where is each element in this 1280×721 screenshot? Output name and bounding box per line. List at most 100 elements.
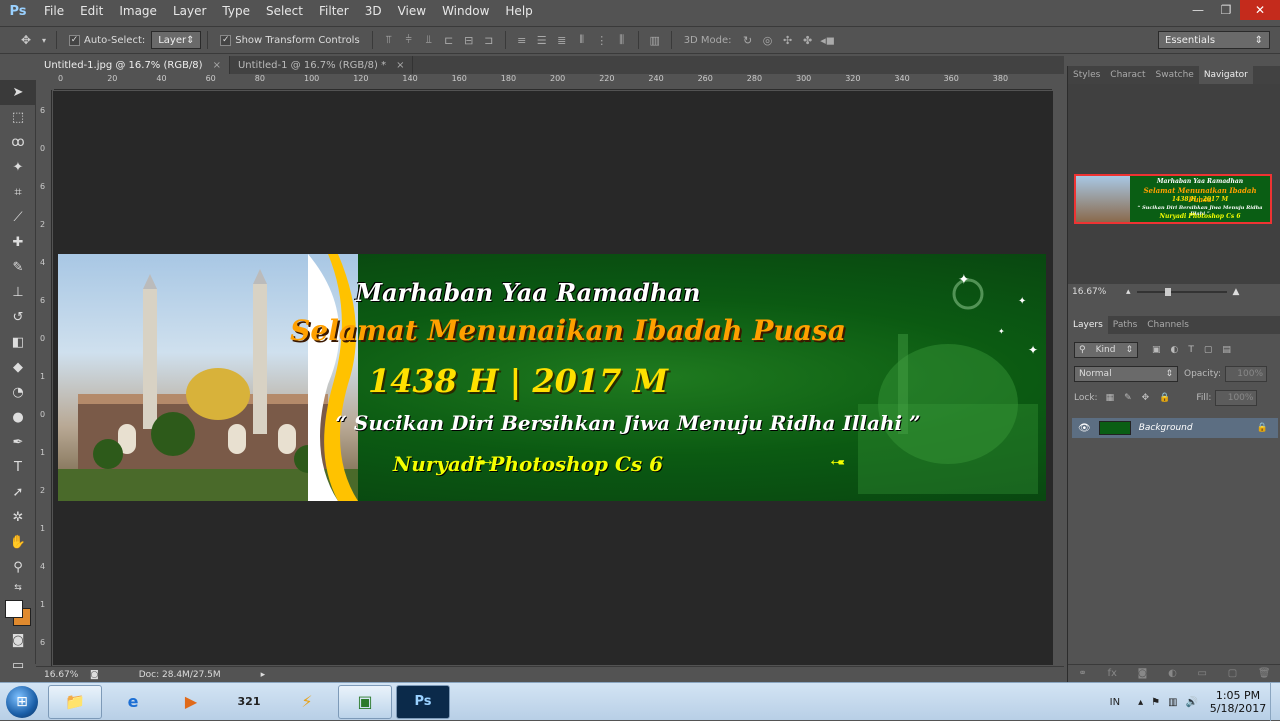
document-tab-active[interactable]: Untitled-1.jpg @ 16.7% (RGB/8) × — [36, 56, 230, 74]
delete-layer-icon[interactable]: 🗑 — [1258, 668, 1271, 679]
align-top-icon[interactable]: ⫪ — [379, 31, 399, 49]
menu-type[interactable]: Type — [214, 0, 258, 22]
flag-icon[interactable]: ⚑ — [1151, 697, 1160, 708]
blend-mode-dropdown[interactable]: Normal ⇕ — [1074, 366, 1178, 382]
lock-transparent-icon[interactable]: ▦ — [1106, 393, 1115, 403]
auto-select-checkbox[interactable]: ✓ Auto-Select: — [69, 34, 145, 46]
move-tool-icon[interactable]: ➤ — [0, 80, 36, 105]
zoom-out-icon[interactable]: ▴ — [1126, 287, 1131, 297]
custom-shape-tool-icon[interactable]: ✲ — [0, 505, 36, 530]
eraser-tool-icon[interactable]: ◧ — [0, 330, 36, 355]
zoom-slider[interactable] — [1136, 288, 1227, 296]
lock-position-icon[interactable]: ✥ — [1142, 393, 1150, 403]
network-icon[interactable]: ▥ — [1168, 697, 1177, 708]
filter-adjustment-icon[interactable]: ◐ — [1171, 345, 1179, 355]
navigator-thumbnail[interactable]: Marhaban Yaa Ramadhan Selamat Menunaikan… — [1074, 174, 1272, 224]
workspace-dropdown[interactable]: Essentials ⇕ — [1158, 31, 1270, 49]
show-desktop-button[interactable] — [1270, 683, 1280, 721]
screen-mode-icon[interactable]: ▭ — [0, 653, 36, 678]
tab-styles[interactable]: Styles — [1068, 66, 1105, 84]
brush-tool-icon[interactable]: ✎ — [0, 255, 36, 280]
distribute-left-icon[interactable]: ⫴ — [572, 31, 592, 49]
camtasia-taskbar-icon[interactable]: ▣ — [338, 684, 392, 719]
3d-slide-icon[interactable]: ✤ — [798, 31, 818, 49]
distribute-vcenter-icon[interactable]: ☰ — [532, 31, 552, 49]
media-player-taskbar-icon[interactable]: ▶ — [164, 685, 218, 719]
tool-preset-chevron-icon[interactable]: ▾ — [38, 30, 50, 50]
maximize-button[interactable]: ❐ — [1212, 0, 1240, 20]
start-button[interactable]: ⊞ — [0, 683, 44, 721]
dodge-tool-icon[interactable]: ● — [0, 405, 36, 430]
distribute-top-icon[interactable]: ≡ — [512, 31, 532, 49]
show-transform-checkbox[interactable]: ✓ Show Transform Controls — [220, 34, 360, 46]
distribute-hcenter-icon[interactable]: ⋮ — [592, 31, 612, 49]
tab-character[interactable]: Charact — [1105, 66, 1150, 84]
status-menu-arrow-icon[interactable]: ▸ — [261, 670, 266, 680]
photoshop-taskbar-icon[interactable]: Ps — [396, 684, 450, 719]
tab-layers[interactable]: Layers — [1068, 316, 1108, 334]
language-indicator[interactable]: IN — [1110, 697, 1120, 708]
auto-select-dropdown[interactable]: Layer ⇕ — [151, 31, 202, 49]
align-right-icon[interactable]: ⊐ — [479, 31, 499, 49]
tab-swatches[interactable]: Swatche — [1151, 66, 1199, 84]
visibility-eye-icon[interactable]: 👁 — [1078, 423, 1091, 434]
move-tool-icon[interactable]: ✥ — [14, 30, 38, 50]
new-layer-icon[interactable]: ▢ — [1228, 668, 1237, 679]
filter-type-icon[interactable]: T — [1188, 345, 1194, 355]
tray-arrow-icon[interactable]: ▴ — [1138, 697, 1143, 708]
status-icon[interactable]: ◙ — [90, 670, 99, 680]
opacity-input[interactable]: 100% — [1225, 366, 1267, 382]
align-hcenter-icon[interactable]: ⊟ — [459, 31, 479, 49]
lock-all-icon[interactable]: 🔒 — [1159, 393, 1170, 403]
banner-artwork[interactable]: ✦ ✦ ✦ ✦ ✦ — [58, 254, 1046, 501]
menu-select[interactable]: Select — [258, 0, 311, 22]
crop-tool-icon[interactable]: ⌗ — [0, 180, 36, 205]
eyedropper-tool-icon[interactable]: ⟋ — [0, 205, 36, 230]
clock[interactable]: 1:05 PM 5/18/2017 — [1206, 689, 1270, 715]
close-button[interactable]: ✕ — [1240, 0, 1280, 20]
menu-edit[interactable]: Edit — [72, 0, 111, 22]
menu-window[interactable]: Window — [434, 0, 497, 22]
swap-colors-icon[interactable]: ⇆ — [0, 580, 36, 596]
quick-mask-icon[interactable]: ◙ — [0, 628, 36, 653]
paint-bucket-tool-icon[interactable]: ◆ — [0, 355, 36, 380]
history-brush-tool-icon[interactable]: ↺ — [0, 305, 36, 330]
navigator-zoom[interactable]: 16.67% — [1072, 287, 1112, 297]
3d-scale-icon[interactable]: ◂◼ — [818, 31, 838, 49]
menu-3d[interactable]: 3D — [357, 0, 390, 22]
auto-align-icon[interactable]: ▥ — [645, 31, 665, 49]
align-bottom-icon[interactable]: ⫫ — [419, 31, 439, 49]
filter-smart-object-icon[interactable]: ▤ — [1222, 345, 1231, 355]
zoom-level[interactable]: 16.67% — [44, 670, 84, 680]
media-player-classic-taskbar-icon[interactable]: 321 — [222, 685, 276, 719]
menu-view[interactable]: View — [390, 0, 434, 22]
adjustment-layer-icon[interactable]: ◐ — [1168, 668, 1177, 679]
menu-filter[interactable]: Filter — [311, 0, 357, 22]
lasso-tool-icon[interactable]: ꝏ — [0, 130, 36, 155]
add-mask-icon[interactable]: ◙ — [1138, 668, 1148, 679]
filter-shape-icon[interactable]: ▢ — [1204, 345, 1213, 355]
magic-wand-tool-icon[interactable]: ✦ — [0, 155, 36, 180]
zoom-in-icon[interactable]: ▲ — [1233, 287, 1240, 297]
3d-pan-icon[interactable]: ✣ — [778, 31, 798, 49]
path-selection-tool-icon[interactable]: ➚ — [0, 480, 36, 505]
layer-row-background[interactable]: 👁 Background 🔒 — [1072, 418, 1278, 438]
close-tab-icon[interactable]: × — [213, 60, 221, 71]
tab-navigator[interactable]: Navigator — [1198, 66, 1253, 84]
color-swatches[interactable] — [0, 596, 35, 628]
clone-stamp-tool-icon[interactable]: ⊥ — [0, 280, 36, 305]
menu-file[interactable]: File — [36, 0, 72, 22]
new-group-icon[interactable]: ▭ — [1198, 668, 1207, 679]
tab-paths[interactable]: Paths — [1108, 316, 1142, 334]
app-taskbar-icon[interactable]: ⚡ — [280, 685, 334, 719]
close-tab-icon[interactable]: × — [396, 60, 404, 71]
align-vcenter-icon[interactable]: ⫩ — [399, 31, 419, 49]
zoom-tool-icon[interactable]: ⚲ — [0, 555, 36, 580]
filter-pixel-icon[interactable]: ▣ — [1152, 345, 1161, 355]
tab-channels[interactable]: Channels — [1142, 316, 1194, 334]
type-tool-icon[interactable]: T — [0, 455, 36, 480]
pen-tool-icon[interactable]: ✒ — [0, 430, 36, 455]
document-tab[interactable]: Untitled-1 @ 16.7% (RGB/8) * × — [230, 56, 414, 74]
volume-icon[interactable]: 🔊 — [1186, 697, 1198, 708]
menu-help[interactable]: Help — [497, 0, 540, 22]
